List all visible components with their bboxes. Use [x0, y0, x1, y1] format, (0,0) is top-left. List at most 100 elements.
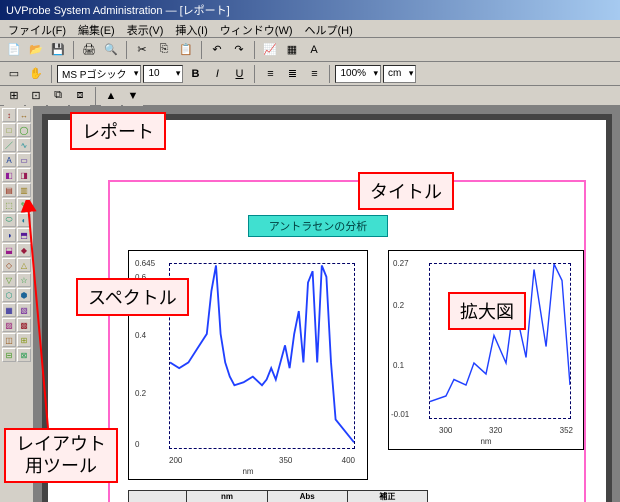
palette-tool-3[interactable]: ◯ [17, 123, 31, 137]
palette-tool-28[interactable]: ▨ [2, 318, 16, 332]
open-icon[interactable]: 📂 [26, 40, 46, 60]
xlabel: nm [242, 467, 253, 476]
palette-tool-27[interactable]: ▧ [17, 303, 31, 317]
palette-tool-10[interactable]: ▤ [2, 183, 16, 197]
peak-table[interactable]: nmAbs補正 1251.40.6310.631 2309.20.2410.24… [128, 490, 428, 502]
palette-tool-19[interactable]: ◆ [17, 243, 31, 257]
plot-area [169, 263, 355, 449]
palette-tool-2[interactable]: □ [2, 123, 16, 137]
snap-icon[interactable]: ⊡ [26, 86, 46, 106]
table-header: Abs [267, 491, 347, 502]
grid-icon[interactable]: ⊞ [4, 86, 24, 106]
table-header [129, 491, 187, 502]
palette-tool-30[interactable]: ◫ [2, 333, 16, 347]
table-header: 補正 [347, 491, 427, 502]
ytick: 0.2 [393, 301, 404, 310]
window-titlebar: UVProbe System Administration — [レポート] [0, 0, 620, 20]
front-icon[interactable]: ▲ [101, 86, 121, 106]
palette-tool-23[interactable]: ☆ [17, 273, 31, 287]
toolbar-format: ▭ ✋ MS Pゴシック 10 B I U ≡ ≣ ≡ 100% cm [0, 62, 620, 86]
palette-tool-32[interactable]: ⊟ [2, 348, 16, 362]
spectrum-line [170, 264, 354, 448]
palette-tool-1[interactable]: ↔ [17, 108, 31, 122]
save-icon[interactable]: 💾 [48, 40, 68, 60]
palette-tool-22[interactable]: ▽ [2, 273, 16, 287]
ytick: -0.01 [391, 410, 409, 419]
palette-tool-26[interactable]: ▦ [2, 303, 16, 317]
ytick: 0.27 [393, 259, 409, 268]
callout-title: タイトル [358, 172, 454, 210]
palette-tool-16[interactable]: ◑ [2, 228, 16, 242]
toolbar-layout: ⊞ ⊡ ⧉ ⧈ ▲ ▼ [0, 86, 620, 106]
palette-tool-9[interactable]: ◨ [17, 168, 31, 182]
palette-tool-5[interactable]: ∿ [17, 138, 31, 152]
palette-tool-21[interactable]: △ [17, 258, 31, 272]
underline-icon[interactable]: U [229, 64, 249, 84]
bold-icon[interactable]: B [185, 64, 205, 84]
pointer-icon[interactable]: ▭ [4, 64, 24, 84]
zoom-chart[interactable]: 0.27 0.2 0.1 -0.01 300 320 352 nm [388, 250, 584, 450]
plot-area [429, 263, 571, 419]
palette-tool-29[interactable]: ▩ [17, 318, 31, 332]
table-icon[interactable]: ▦ [282, 40, 302, 60]
italic-icon[interactable]: I [207, 64, 227, 84]
menu-insert[interactable]: 挿入(I) [175, 22, 207, 35]
redo-icon[interactable]: ↷ [229, 40, 249, 60]
palette-tool-11[interactable]: ▥ [17, 183, 31, 197]
menu-window[interactable]: ウィンドウ(W) [220, 22, 293, 35]
palette-tool-31[interactable]: ⊞ [17, 333, 31, 347]
palette-tool-24[interactable]: ⬡ [2, 288, 16, 302]
undo-icon[interactable]: ↶ [207, 40, 227, 60]
table-header: nm [187, 491, 267, 502]
menu-help[interactable]: ヘルプ(H) [305, 22, 353, 35]
copy-icon[interactable]: ⎘ [154, 40, 174, 60]
align-right-icon[interactable]: ≡ [304, 64, 324, 84]
ytick: 0 [135, 440, 139, 449]
text-icon[interactable]: A [304, 40, 324, 60]
back-icon[interactable]: ▼ [123, 86, 143, 106]
palette-tool-33[interactable]: ⊠ [17, 348, 31, 362]
font-size-select[interactable]: 10 [143, 65, 183, 83]
xtick: 352 [560, 426, 573, 435]
palette-tool-15[interactable]: ◐ [17, 213, 31, 227]
new-icon[interactable]: 📄 [4, 40, 24, 60]
palette-tool-7[interactable]: ▭ [17, 153, 31, 167]
callout-report: レポート [70, 112, 166, 150]
group-icon[interactable]: ⧉ [48, 86, 68, 106]
zoom-line [430, 264, 570, 418]
palette-tool-17[interactable]: ⬒ [17, 228, 31, 242]
callout-spectrum: スペクトル [76, 278, 189, 316]
align-left-icon[interactable]: ≡ [260, 64, 280, 84]
menu-view[interactable]: 表示(V) [127, 22, 164, 35]
xtick: 320 [489, 426, 502, 435]
palette-tool-20[interactable]: ◇ [2, 258, 16, 272]
paste-icon[interactable]: 📋 [176, 40, 196, 60]
palette-tool-8[interactable]: ◧ [2, 168, 16, 182]
align-center-icon[interactable]: ≣ [282, 64, 302, 84]
palette-tool-0[interactable]: ↕ [2, 108, 16, 122]
menu-file[interactable]: ファイル(F) [8, 22, 66, 35]
palette-tool-13[interactable]: ✎ [17, 198, 31, 212]
units-select[interactable]: cm [383, 65, 416, 83]
palette-tool-14[interactable]: ⬭ [2, 213, 16, 227]
palette-tool-12[interactable]: ⬚ [2, 198, 16, 212]
font-select[interactable]: MS Pゴシック [57, 65, 141, 83]
chart-icon[interactable]: 📈 [260, 40, 280, 60]
menu-bar: ファイル(F) 編集(E) 表示(V) 挿入(I) ウィンドウ(W) ヘルプ(H… [0, 20, 620, 38]
report-title-block[interactable]: アントラセンの分析 [248, 215, 388, 237]
palette-tool-4[interactable]: ／ [2, 138, 16, 152]
ytick: 0.1 [393, 361, 404, 370]
ytick: 0.645 [135, 259, 155, 268]
zoom-select[interactable]: 100% [335, 65, 381, 83]
preview-icon[interactable]: 🔍 [101, 40, 121, 60]
print-icon[interactable]: 🖨 [79, 40, 99, 60]
callout-zoom: 拡大図 [448, 292, 526, 330]
ungroup-icon[interactable]: ⧈ [70, 86, 90, 106]
cut-icon[interactable]: ✂ [132, 40, 152, 60]
toolbar-main: 📄 📂 💾 🖨 🔍 ✂ ⎘ 📋 ↶ ↷ 📈 ▦ A [0, 38, 620, 62]
palette-tool-18[interactable]: ⬓ [2, 243, 16, 257]
hand-icon[interactable]: ✋ [26, 64, 46, 84]
menu-edit[interactable]: 編集(E) [78, 22, 115, 35]
palette-tool-25[interactable]: ⬢ [17, 288, 31, 302]
palette-tool-6[interactable]: A [2, 153, 16, 167]
